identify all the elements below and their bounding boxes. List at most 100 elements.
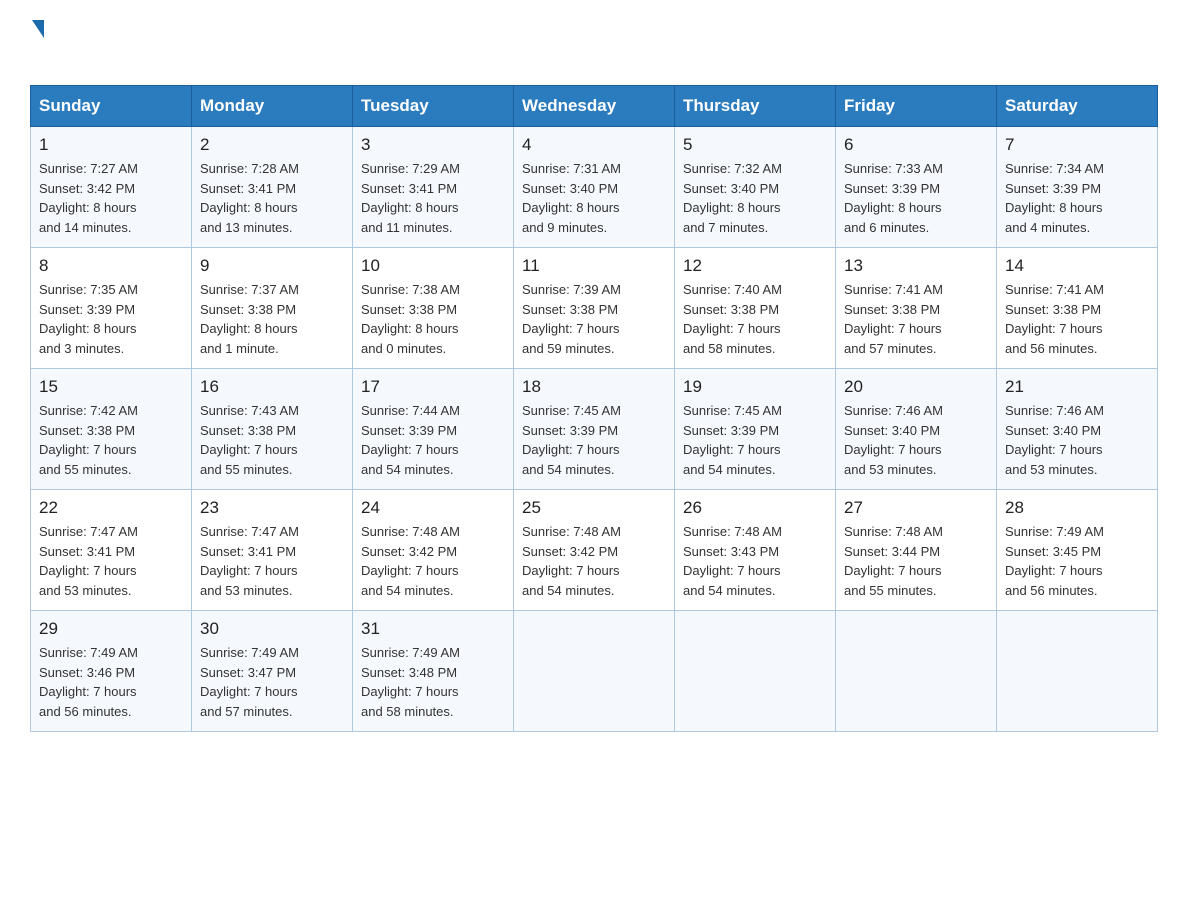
calendar-cell: 23Sunrise: 7:47 AMSunset: 3:41 PMDayligh… (192, 490, 353, 611)
day-number: 8 (39, 256, 183, 276)
day-number: 9 (200, 256, 344, 276)
day-number: 21 (1005, 377, 1149, 397)
day-info: Sunrise: 7:46 AMSunset: 3:40 PMDaylight:… (1005, 401, 1149, 479)
calendar-cell: 22 Sunrise: 7:47 AMSunset: 3:41 PMDayligh… (31, 490, 192, 611)
day-number: 10 (361, 256, 505, 276)
day-number: 15 (39, 377, 183, 397)
day-number: 3 (361, 135, 505, 155)
col-header-sunday: Sunday (31, 86, 192, 127)
day-number: 17 (361, 377, 505, 397)
day-info: Sunrise: 7:41 AMSunset: 3:38 PMDaylight:… (844, 280, 988, 358)
calendar-cell (836, 611, 997, 732)
calendar-cell: 2 Sunrise: 7:28 AMSunset: 3:41 PMDaylight… (192, 127, 353, 248)
day-info: Sunrise: 7:47 AMSunset: 3:41 PMDaylight:… (200, 522, 344, 600)
day-number: 25 (522, 498, 666, 518)
calendar-cell: 10 Sunrise: 7:38 AMSunset: 3:38 PMDayligh… (353, 248, 514, 369)
calendar-cell: 16 Sunrise: 7:43 AMSunset: 3:38 PMDayligh… (192, 369, 353, 490)
day-number: 18 (522, 377, 666, 397)
col-header-friday: Friday (836, 86, 997, 127)
day-info: Sunrise: 7:42 AMSunset: 3:38 PMDaylight:… (39, 401, 183, 479)
day-number: 30 (200, 619, 344, 639)
day-info: Sunrise: 7:48 AMSunset: 3:42 PMDaylight:… (361, 522, 505, 600)
calendar-cell: 9 Sunrise: 7:37 AMSunset: 3:38 PMDaylight… (192, 248, 353, 369)
day-info: Sunrise: 7:48 AMSunset: 3:43 PMDaylight:… (683, 522, 827, 600)
day-info: Sunrise: 7:48 AMSunset: 3:44 PMDaylight:… (844, 522, 988, 600)
day-info: Sunrise: 7:47 AMSunset: 3:41 PMDaylight:… (39, 522, 183, 600)
calendar-table: SundayMondayTuesdayWednesdayThursdayFrid… (30, 85, 1158, 732)
day-info: Sunrise: 7:49 AMSunset: 3:46 PMDaylight:… (39, 643, 183, 721)
calendar-cell: 20 Sunrise: 7:46 AMSunset: 3:40 PMDayligh… (836, 369, 997, 490)
logo (30, 20, 44, 67)
calendar-cell: 18 Sunrise: 7:45 AMSunset: 3:39 PMDayligh… (514, 369, 675, 490)
day-number: 20 (844, 377, 988, 397)
calendar-cell: 25 Sunrise: 7:48 AMSunset: 3:42 PMDayligh… (514, 490, 675, 611)
day-info: Sunrise: 7:49 AMSunset: 3:48 PMDaylight:… (361, 643, 505, 721)
day-info: Sunrise: 7:43 AMSunset: 3:38 PMDaylight:… (200, 401, 344, 479)
calendar-cell: 3 Sunrise: 7:29 AMSunset: 3:41 PMDaylight… (353, 127, 514, 248)
day-info: Sunrise: 7:27 AMSunset: 3:42 PMDaylight:… (39, 159, 183, 237)
day-info: Sunrise: 7:39 AMSunset: 3:38 PMDaylight:… (522, 280, 666, 358)
day-info: Sunrise: 7:28 AMSunset: 3:41 PMDaylight:… (200, 159, 344, 237)
calendar-cell: 30 Sunrise: 7:49 AMSunset: 3:47 PMDayligh… (192, 611, 353, 732)
day-number: 27 (844, 498, 988, 518)
day-info: Sunrise: 7:38 AMSunset: 3:38 PMDaylight:… (361, 280, 505, 358)
col-header-saturday: Saturday (997, 86, 1158, 127)
day-number: 13 (844, 256, 988, 276)
col-header-tuesday: Tuesday (353, 86, 514, 127)
day-number: 16 (200, 377, 344, 397)
calendar-cell (514, 611, 675, 732)
day-number: 7 (1005, 135, 1149, 155)
day-info: Sunrise: 7:40 AMSunset: 3:38 PMDaylight:… (683, 280, 827, 358)
day-info: Sunrise: 7:48 AMSunset: 3:42 PMDaylight:… (522, 522, 666, 600)
day-info: Sunrise: 7:34 AMSunset: 3:39 PMDaylight:… (1005, 159, 1149, 237)
day-number: 12 (683, 256, 827, 276)
calendar-cell: 13 Sunrise: 7:41 AMSunset: 3:38 PMDayligh… (836, 248, 997, 369)
day-info: Sunrise: 7:49 AMSunset: 3:45 PMDaylight:… (1005, 522, 1149, 600)
calendar-cell: 7 Sunrise: 7:34 AMSunset: 3:39 PMDaylight… (997, 127, 1158, 248)
calendar-cell: 31 Sunrise: 7:49 AMSunset: 3:48 PMDayligh… (353, 611, 514, 732)
day-number: 24 (361, 498, 505, 518)
calendar-header-row: SundayMondayTuesdayWednesdayThursdayFrid… (31, 86, 1158, 127)
day-info: Sunrise: 7:41 AMSunset: 3:38 PMDaylight:… (1005, 280, 1149, 358)
day-info: Sunrise: 7:31 AMSunset: 3:40 PMDaylight:… (522, 159, 666, 237)
day-info: Sunrise: 7:45 AMSunset: 3:39 PMDaylight:… (522, 401, 666, 479)
calendar-cell: 4 Sunrise: 7:31 AMSunset: 3:40 PMDaylight… (514, 127, 675, 248)
day-number: 4 (522, 135, 666, 155)
day-info: Sunrise: 7:29 AMSunset: 3:41 PMDaylight:… (361, 159, 505, 237)
day-info: Sunrise: 7:46 AMSunset: 3:40 PMDaylight:… (844, 401, 988, 479)
day-number: 6 (844, 135, 988, 155)
calendar-cell: 14Sunrise: 7:41 AMSunset: 3:38 PMDayligh… (997, 248, 1158, 369)
calendar-cell: 5Sunrise: 7:32 AMSunset: 3:40 PMDaylight… (675, 127, 836, 248)
col-header-monday: Monday (192, 86, 353, 127)
day-number: 31 (361, 619, 505, 639)
day-number: 2 (200, 135, 344, 155)
day-number: 22 (39, 498, 183, 518)
calendar-week-row: 15 Sunrise: 7:42 AMSunset: 3:38 PMDayligh… (31, 369, 1158, 490)
calendar-cell (997, 611, 1158, 732)
col-header-wednesday: Wednesday (514, 86, 675, 127)
calendar-week-row: 8 Sunrise: 7:35 AMSunset: 3:39 PMDaylight… (31, 248, 1158, 369)
day-info: Sunrise: 7:35 AMSunset: 3:39 PMDaylight:… (39, 280, 183, 358)
day-number: 28 (1005, 498, 1149, 518)
day-info: Sunrise: 7:49 AMSunset: 3:47 PMDaylight:… (200, 643, 344, 721)
day-number: 26 (683, 498, 827, 518)
calendar-cell: 27 Sunrise: 7:48 AMSunset: 3:44 PMDayligh… (836, 490, 997, 611)
page-header (30, 20, 1158, 67)
day-number: 11 (522, 256, 666, 276)
calendar-week-row: 29 Sunrise: 7:49 AMSunset: 3:46 PMDayligh… (31, 611, 1158, 732)
day-info: Sunrise: 7:37 AMSunset: 3:38 PMDaylight:… (200, 280, 344, 358)
calendar-week-row: 1Sunrise: 7:27 AMSunset: 3:42 PMDaylight… (31, 127, 1158, 248)
calendar-week-row: 22 Sunrise: 7:47 AMSunset: 3:41 PMDayligh… (31, 490, 1158, 611)
calendar-cell: 26 Sunrise: 7:48 AMSunset: 3:43 PMDayligh… (675, 490, 836, 611)
calendar-cell: 6 Sunrise: 7:33 AMSunset: 3:39 PMDaylight… (836, 127, 997, 248)
calendar-cell: 11 Sunrise: 7:39 AMSunset: 3:38 PMDayligh… (514, 248, 675, 369)
calendar-cell: 1Sunrise: 7:27 AMSunset: 3:42 PMDaylight… (31, 127, 192, 248)
day-info: Sunrise: 7:45 AMSunset: 3:39 PMDaylight:… (683, 401, 827, 479)
calendar-cell: 21 Sunrise: 7:46 AMSunset: 3:40 PMDayligh… (997, 369, 1158, 490)
calendar-cell: 12 Sunrise: 7:40 AMSunset: 3:38 PMDayligh… (675, 248, 836, 369)
day-number: 29 (39, 619, 183, 639)
day-info: Sunrise: 7:33 AMSunset: 3:39 PMDaylight:… (844, 159, 988, 237)
calendar-cell: 8 Sunrise: 7:35 AMSunset: 3:39 PMDaylight… (31, 248, 192, 369)
calendar-cell: 29 Sunrise: 7:49 AMSunset: 3:46 PMDayligh… (31, 611, 192, 732)
day-number: 19 (683, 377, 827, 397)
